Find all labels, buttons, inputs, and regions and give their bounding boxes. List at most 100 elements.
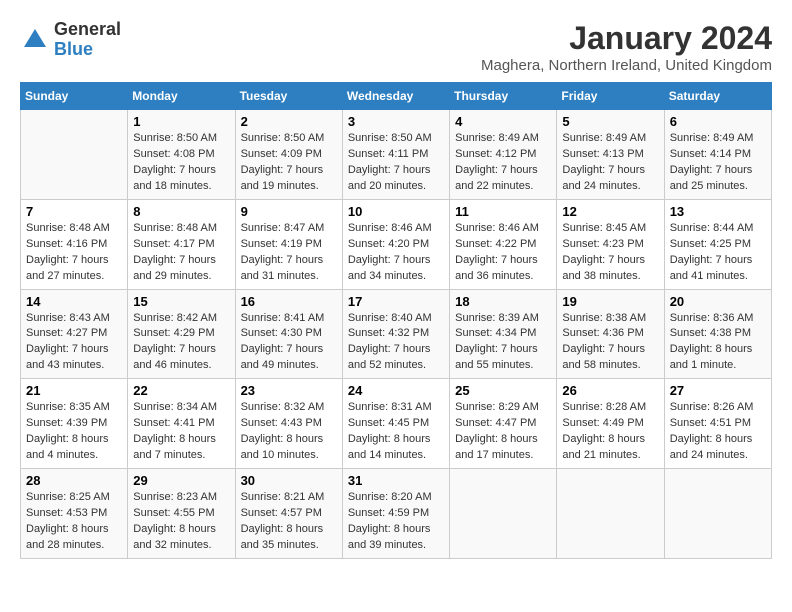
day-info: Sunrise: 8:32 AMSunset: 4:43 PMDaylight:…: [241, 400, 337, 464]
day-number: 25: [455, 383, 551, 398]
calendar-cell: 19Sunrise: 8:38 AMSunset: 4:36 PMDayligh…: [557, 289, 664, 379]
calendar-cell: [557, 469, 664, 559]
calendar-cell: 29Sunrise: 8:23 AMSunset: 4:55 PMDayligh…: [128, 469, 235, 559]
day-info: Sunrise: 8:47 AMSunset: 4:19 PMDaylight:…: [241, 221, 337, 285]
header-day-saturday: Saturday: [664, 83, 771, 110]
logo-blue: Blue: [54, 40, 121, 60]
day-number: 9: [241, 204, 337, 219]
calendar-cell: 28Sunrise: 8:25 AMSunset: 4:53 PMDayligh…: [21, 469, 128, 559]
day-number: 4: [455, 114, 551, 129]
page-header: General Blue January 2024 Maghera, North…: [20, 20, 772, 74]
day-info: Sunrise: 8:40 AMSunset: 4:32 PMDaylight:…: [348, 311, 444, 375]
day-info: Sunrise: 8:42 AMSunset: 4:29 PMDaylight:…: [133, 311, 229, 375]
calendar-cell: 24 Sunrise: 8:31 AMSunset: 4:45 PMDayligh…: [342, 379, 449, 469]
calendar-cell: 18Sunrise: 8:39 AMSunset: 4:34 PMDayligh…: [450, 289, 557, 379]
day-number: 15: [133, 294, 229, 309]
day-number: 29: [133, 473, 229, 488]
calendar-cell: 5 Sunrise: 8:49 AMSunset: 4:13 PMDaylight…: [557, 110, 664, 200]
day-number: 21: [26, 383, 122, 398]
calendar-cell: 22Sunrise: 8:34 AMSunset: 4:41 PMDayligh…: [128, 379, 235, 469]
calendar-cell: 26Sunrise: 8:28 AMSunset: 4:49 PMDayligh…: [557, 379, 664, 469]
day-number: 7: [26, 204, 122, 219]
calendar-cell: 13 Sunrise: 8:44 AMSunset: 4:25 PMDayligh…: [664, 199, 771, 289]
header-day-wednesday: Wednesday: [342, 83, 449, 110]
header-day-monday: Monday: [128, 83, 235, 110]
day-number: 12: [562, 204, 658, 219]
day-number: 6: [670, 114, 766, 129]
day-info: Sunrise: 8:49 AMSunset: 4:13 PMDaylight:…: [562, 131, 658, 195]
day-number: 19: [562, 294, 658, 309]
day-info: Sunrise: 8:46 AMSunset: 4:22 PMDaylight:…: [455, 221, 551, 285]
logo: General Blue: [20, 20, 121, 60]
day-number: 11: [455, 204, 551, 219]
calendar-cell: 10 Sunrise: 8:46 AMSunset: 4:20 PMDayligh…: [342, 199, 449, 289]
header-row: SundayMondayTuesdayWednesdayThursdayFrid…: [21, 83, 772, 110]
day-info: Sunrise: 8:49 AMSunset: 4:12 PMDaylight:…: [455, 131, 551, 195]
day-info: Sunrise: 8:36 AMSunset: 4:38 PMDaylight:…: [670, 311, 766, 375]
day-info: Sunrise: 8:26 AMSunset: 4:51 PMDaylight:…: [670, 400, 766, 464]
calendar-week-5: 28Sunrise: 8:25 AMSunset: 4:53 PMDayligh…: [21, 469, 772, 559]
calendar-cell: 9 Sunrise: 8:47 AMSunset: 4:19 PMDaylight…: [235, 199, 342, 289]
day-number: 24: [348, 383, 444, 398]
day-info: Sunrise: 8:48 AMSunset: 4:16 PMDaylight:…: [26, 221, 122, 285]
day-number: 23: [241, 383, 337, 398]
calendar-week-3: 14Sunrise: 8:43 AMSunset: 4:27 PMDayligh…: [21, 289, 772, 379]
calendar-cell: 30 Sunrise: 8:21 AMSunset: 4:57 PMDayligh…: [235, 469, 342, 559]
day-info: Sunrise: 8:41 AMSunset: 4:30 PMDaylight:…: [241, 311, 337, 375]
day-number: 1: [133, 114, 229, 129]
day-info: Sunrise: 8:21 AMSunset: 4:57 PMDaylight:…: [241, 490, 337, 554]
day-info: Sunrise: 8:20 AMSunset: 4:59 PMDaylight:…: [348, 490, 444, 554]
day-info: Sunrise: 8:46 AMSunset: 4:20 PMDaylight:…: [348, 221, 444, 285]
day-number: 10: [348, 204, 444, 219]
day-number: 3: [348, 114, 444, 129]
logo-general: General: [54, 20, 121, 40]
calendar-cell: 7 Sunrise: 8:48 AMSunset: 4:16 PMDaylight…: [21, 199, 128, 289]
day-info: Sunrise: 8:50 AMSunset: 4:09 PMDaylight:…: [241, 131, 337, 195]
day-info: Sunrise: 8:48 AMSunset: 4:17 PMDaylight:…: [133, 221, 229, 285]
day-info: Sunrise: 8:39 AMSunset: 4:34 PMDaylight:…: [455, 311, 551, 375]
day-number: 2: [241, 114, 337, 129]
calendar-cell: 20 Sunrise: 8:36 AMSunset: 4:38 PMDayligh…: [664, 289, 771, 379]
day-info: Sunrise: 8:50 AMSunset: 4:08 PMDaylight:…: [133, 131, 229, 195]
calendar-cell: 6 Sunrise: 8:49 AMSunset: 4:14 PMDaylight…: [664, 110, 771, 200]
calendar-cell: 23 Sunrise: 8:32 AMSunset: 4:43 PMDayligh…: [235, 379, 342, 469]
day-number: 20: [670, 294, 766, 309]
calendar-cell: 1 Sunrise: 8:50 AMSunset: 4:08 PMDaylight…: [128, 110, 235, 200]
day-info: Sunrise: 8:31 AMSunset: 4:45 PMDaylight:…: [348, 400, 444, 464]
day-info: Sunrise: 8:50 AMSunset: 4:11 PMDaylight:…: [348, 131, 444, 195]
day-number: 5: [562, 114, 658, 129]
logo-icon: [20, 25, 50, 55]
day-info: Sunrise: 8:35 AMSunset: 4:39 PMDaylight:…: [26, 400, 122, 464]
calendar-cell: 17 Sunrise: 8:40 AMSunset: 4:32 PMDayligh…: [342, 289, 449, 379]
day-info: Sunrise: 8:29 AMSunset: 4:47 PMDaylight:…: [455, 400, 551, 464]
header-day-friday: Friday: [557, 83, 664, 110]
day-number: 30: [241, 473, 337, 488]
day-number: 14: [26, 294, 122, 309]
calendar-cell: 11 Sunrise: 8:46 AMSunset: 4:22 PMDayligh…: [450, 199, 557, 289]
day-number: 22: [133, 383, 229, 398]
calendar-cell: 25 Sunrise: 8:29 AMSunset: 4:47 PMDayligh…: [450, 379, 557, 469]
logo-text: General Blue: [54, 20, 121, 60]
calendar-week-4: 21 Sunrise: 8:35 AMSunset: 4:39 PMDayligh…: [21, 379, 772, 469]
calendar-week-2: 7 Sunrise: 8:48 AMSunset: 4:16 PMDaylight…: [21, 199, 772, 289]
day-number: 27: [670, 383, 766, 398]
header-day-tuesday: Tuesday: [235, 83, 342, 110]
day-number: 17: [348, 294, 444, 309]
calendar-week-1: 1 Sunrise: 8:50 AMSunset: 4:08 PMDaylight…: [21, 110, 772, 200]
day-number: 13: [670, 204, 766, 219]
calendar-cell: 15 Sunrise: 8:42 AMSunset: 4:29 PMDayligh…: [128, 289, 235, 379]
day-number: 16: [241, 294, 337, 309]
day-info: Sunrise: 8:49 AMSunset: 4:14 PMDaylight:…: [670, 131, 766, 195]
calendar-cell: [21, 110, 128, 200]
day-info: Sunrise: 8:44 AMSunset: 4:25 PMDaylight:…: [670, 221, 766, 285]
title-block: January 2024 Maghera, Northern Ireland, …: [481, 20, 772, 74]
calendar-cell: 31Sunrise: 8:20 AMSunset: 4:59 PMDayligh…: [342, 469, 449, 559]
calendar-cell: 12Sunrise: 8:45 AMSunset: 4:23 PMDayligh…: [557, 199, 664, 289]
day-info: Sunrise: 8:25 AMSunset: 4:53 PMDaylight:…: [26, 490, 122, 554]
month-title: January 2024: [481, 20, 772, 57]
calendar-cell: 14Sunrise: 8:43 AMSunset: 4:27 PMDayligh…: [21, 289, 128, 379]
calendar-cell: 8Sunrise: 8:48 AMSunset: 4:17 PMDaylight…: [128, 199, 235, 289]
calendar-cell: 2 Sunrise: 8:50 AMSunset: 4:09 PMDaylight…: [235, 110, 342, 200]
calendar-cell: [450, 469, 557, 559]
location-title: Maghera, Northern Ireland, United Kingdo…: [481, 57, 772, 74]
